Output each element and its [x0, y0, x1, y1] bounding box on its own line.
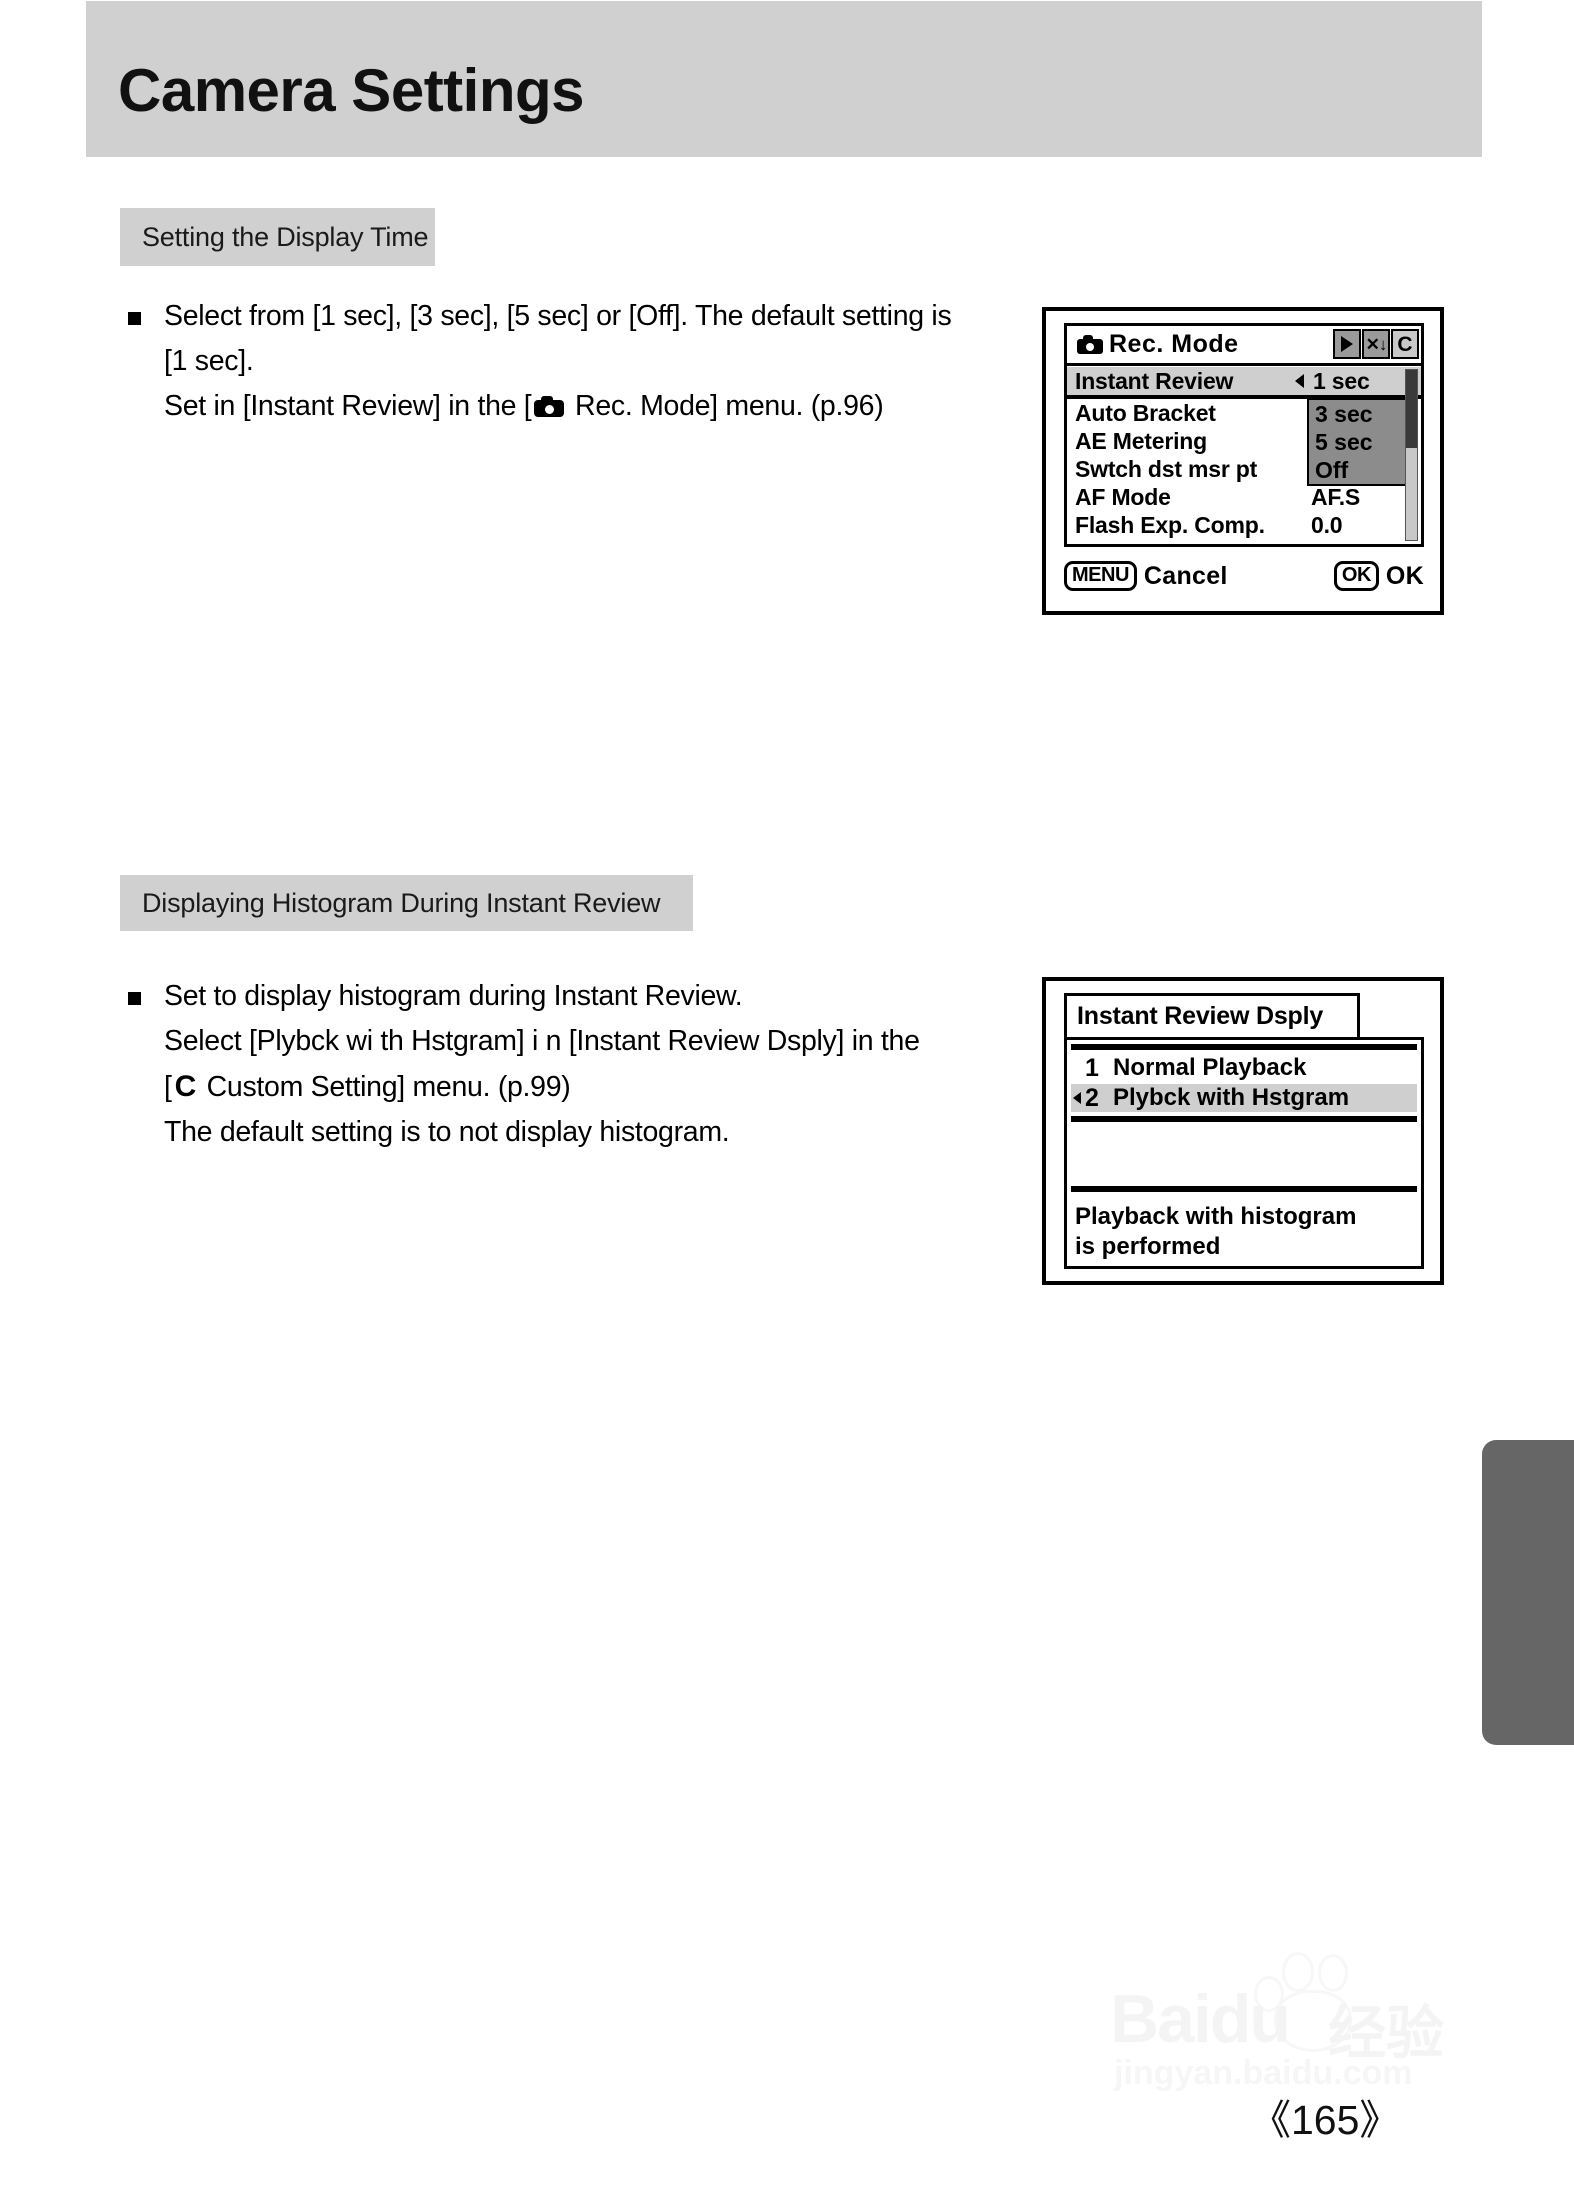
page-thumb-index-tab — [1482, 1440, 1574, 1745]
body-text-display-time: Select from [1 sec], [3 sec], [5 sec] or… — [128, 294, 968, 429]
menu-row-af-mode[interactable]: AF Mode AF.S — [1067, 483, 1421, 511]
divider-under-options — [1071, 1116, 1417, 1122]
camera-icon — [1077, 335, 1103, 354]
section-heading-histogram: Displaying Histogram During Instant Revi… — [120, 875, 693, 931]
body-line: The default setting is to not display hi… — [164, 1116, 730, 1148]
body-line: Set in [Instant Review] in the [ — [164, 390, 532, 422]
option-label: Normal Playback — [1113, 1054, 1307, 1081]
menu-row-instant-review[interactable]: Instant Review 1 sec — [1067, 367, 1421, 399]
lcd-menu-panel: 1 Normal Playback 2 Plybck with Hstgram … — [1064, 1037, 1424, 1269]
selection-caret-icon — [1295, 374, 1304, 388]
selection-caret-icon — [1073, 1092, 1081, 1104]
ok-button[interactable]: OK — [1333, 561, 1379, 591]
page-title: Camera Settings — [118, 57, 585, 124]
lcd-titlebar: Instant Review Dsply — [1064, 993, 1360, 1037]
scrollbar-thumb[interactable] — [1406, 370, 1417, 449]
lcd-screenshot-instant-review-dsply: Instant Review Dsply 1 Normal Playback 2… — [1042, 977, 1444, 1285]
option-number: 1 — [1085, 1053, 1099, 1082]
body-line-wrap: Select [Plybck wi th Hstgram] i n [Insta… — [128, 1019, 968, 1064]
section-heading-label: Setting the Display Time — [142, 221, 429, 252]
menu-row-label: AE Metering — [1075, 427, 1207, 454]
scrollbar-track[interactable] — [1405, 369, 1418, 541]
body-line: Custom Setting] menu. (p.99) — [199, 1071, 571, 1103]
lcd-screenshot-rec-mode: Rec. Mode ✕↓ C Instant Review 1 sec Auto… — [1042, 307, 1444, 615]
body-line: Rec. Mode] menu. (p.96) — [567, 390, 884, 422]
menu-row-label: Swtch dst msr pt — [1075, 455, 1258, 482]
description-line-1: Playback with histogram — [1075, 1203, 1357, 1230]
lcd-menu-list: Instant Review 1 sec Auto Bracket AE Met… — [1064, 363, 1424, 547]
menu-row-label: Instant Review — [1075, 367, 1234, 394]
option-normal-playback[interactable]: 1 Normal Playback — [1071, 1054, 1417, 1082]
lcd-inner-screen: Rec. Mode ✕↓ C Instant Review 1 sec Auto… — [1064, 323, 1424, 599]
body-line-wrap: [1 sec]. — [128, 339, 968, 384]
dropdown-instant-review-options[interactable]: 3 sec 5 sec Off — [1307, 398, 1417, 486]
menu-row-value: AF.S — [1311, 483, 1361, 510]
custom-c-icon: C — [174, 1070, 197, 1103]
bullet-item: Set to display histogram during Instant … — [128, 974, 968, 1019]
camera-icon — [534, 396, 565, 417]
ok-button-label: OK — [1385, 561, 1424, 590]
lcd-tab-icon-group: ✕↓ C — [1333, 329, 1419, 359]
divider-above-description — [1071, 1186, 1417, 1192]
menu-row-label: AF Mode — [1075, 483, 1171, 510]
body-line: Select [Plybck wi th Hstgram] i n [Insta… — [164, 1025, 920, 1057]
body-line: Select from [1 sec], [3 sec], [5 sec] or… — [164, 300, 952, 332]
lcd-titlebar: Rec. Mode ✕↓ C — [1064, 323, 1424, 363]
custom-c-icon[interactable]: C — [1391, 329, 1419, 359]
menu-row-value: 0.0 — [1311, 511, 1343, 538]
menu-row-flash-exp-comp[interactable]: Flash Exp. Comp. 0.0 — [1067, 511, 1421, 539]
option-label: Plybck with Hstgram — [1113, 1084, 1350, 1111]
body-line: Set to display histogram during Instant … — [164, 980, 743, 1012]
menu-button-label: Cancel — [1143, 561, 1228, 590]
description-line-2: is performed — [1075, 1233, 1221, 1260]
setup-wrench-icon[interactable]: ✕↓ — [1362, 329, 1390, 359]
lcd-title-label: Rec. Mode — [1109, 330, 1239, 358]
lcd-title-label: Instant Review Dsply — [1077, 1002, 1324, 1030]
section-heading-label: Displaying Histogram During Instant Revi… — [142, 887, 661, 918]
dropdown-option-5sec[interactable]: 5 sec — [1309, 428, 1415, 456]
lcd-footer-bar: MENU Cancel OK OK — [1064, 553, 1424, 599]
dropdown-option-3sec[interactable]: 3 sec — [1309, 400, 1415, 428]
watermark-brand-cn: 经验 — [1328, 2001, 1445, 2066]
lcd-footer-right: OK OK — [1333, 561, 1424, 591]
lcd-inner-screen: Instant Review Dsply 1 Normal Playback 2… — [1064, 993, 1424, 1269]
dropdown-option-off[interactable]: Off — [1309, 456, 1415, 484]
playback-icon[interactable] — [1333, 329, 1361, 359]
body-text-histogram: Set to display histogram during Instant … — [128, 974, 968, 1155]
body-line: [1 sec]. — [164, 345, 254, 377]
wrench-glyph-label: ✕↓ — [1365, 334, 1388, 354]
custom-c-label: C — [1397, 332, 1413, 356]
menu-row-label: Auto Bracket — [1075, 399, 1216, 426]
divider-top — [1071, 1044, 1417, 1050]
page-number: 《165》 — [1250, 2097, 1401, 2143]
bullet-item: Select from [1 sec], [3 sec], [5 sec] or… — [128, 294, 968, 339]
watermark-brand: Baidu — [1110, 1981, 1291, 2057]
menu-row-value: 1 sec — [1313, 367, 1370, 394]
body-line-wrap: The default setting is to not display hi… — [128, 1110, 968, 1155]
section-heading-display-time: Setting the Display Time — [120, 208, 435, 266]
menu-row-label: Flash Exp. Comp. — [1075, 511, 1265, 538]
bullet-square-icon — [128, 992, 141, 1005]
body-line-wrap: Set in [Instant Review] in the [ Rec. Mo… — [128, 384, 968, 429]
body-line: [ — [164, 1071, 172, 1103]
option-plybck-with-hstgram[interactable]: 2 Plybck with Hstgram — [1071, 1084, 1417, 1112]
menu-button[interactable]: MENU — [1064, 561, 1137, 591]
body-line-wrap: [C Custom Setting] menu. (p.99) — [128, 1064, 968, 1110]
bullet-square-icon — [128, 312, 141, 325]
